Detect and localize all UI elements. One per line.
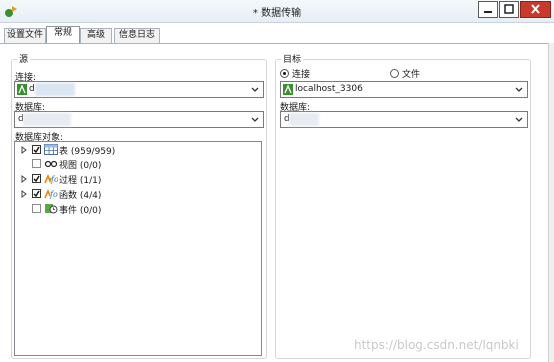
close-icon (531, 4, 540, 14)
tree-item-functions[interactable]: fo 函数 (4/4) (15, 187, 255, 201)
view-icon (44, 160, 58, 168)
target-connection-radio-label[interactable]: 连接 (292, 67, 310, 80)
source-connection-select[interactable]: d (14, 81, 264, 98)
connection-icon (283, 84, 293, 95)
target-file-radio-label[interactable]: 文件 (402, 67, 420, 80)
expand-arrow-icon[interactable] (21, 146, 27, 154)
table-icon (44, 144, 58, 155)
tree-item-procedures[interactable]: fo 过程 (1/1) (15, 172, 255, 186)
chevron-down-icon (515, 87, 523, 92)
title-bar: * 数据传输 (0, 0, 554, 23)
procedure-icon: fo (44, 173, 58, 184)
connection-icon (17, 84, 27, 95)
tab-message-log[interactable]: 信息日志 (114, 28, 160, 43)
tab-strip: 设置文件 常规 高级 信息日志 (0, 24, 554, 44)
svg-text:fo: fo (49, 190, 58, 199)
tree-item-events[interactable]: 事件 (0/0) (15, 202, 255, 216)
procedures-checkbox[interactable] (32, 174, 41, 183)
watermark-text: https://blog.csdn.net/lqnbki (354, 338, 519, 352)
source-database-select[interactable]: d (14, 111, 264, 128)
functions-checkbox[interactable] (32, 189, 41, 198)
checkmark-icon (33, 175, 40, 183)
close-button[interactable] (520, 1, 551, 18)
target-connection-value: localhost_3306 (295, 84, 363, 94)
redacted-blur (23, 113, 71, 126)
tab-advanced[interactable]: 高级 (80, 28, 112, 43)
svg-text:fo: fo (50, 175, 58, 184)
tree-item-label: 函数 (4/4) (59, 191, 102, 201)
tree-item-label: 过程 (1/1) (59, 176, 102, 186)
maximize-button[interactable] (499, 1, 519, 18)
tab-profile[interactable]: 设置文件 (4, 28, 46, 43)
source-title: 源 (17, 52, 31, 65)
source-connection-value: d (29, 84, 35, 94)
target-title: 目标 (281, 52, 304, 65)
window-title: * 数据传输 (252, 8, 302, 19)
views-checkbox[interactable] (32, 159, 41, 168)
minimize-icon (484, 11, 492, 13)
window-right-edge (548, 43, 554, 362)
maximize-icon (504, 4, 514, 14)
chevron-down-icon (251, 87, 259, 92)
database-objects-tree[interactable]: 表 (959/959) 视图 (0/0) fo 过程 (1/1) fo (14, 141, 262, 356)
chevron-down-icon (515, 117, 523, 122)
tree-item-label: 表 (959/959) (59, 147, 116, 157)
target-connection-select[interactable]: localhost_3306 (280, 81, 528, 98)
event-icon (45, 204, 58, 214)
chevron-down-icon (251, 117, 259, 122)
target-panel (275, 59, 531, 359)
tables-checkbox[interactable] (32, 145, 41, 154)
tree-item-views[interactable]: 视图 (0/0) (15, 157, 255, 171)
radio-selected-dot (283, 72, 286, 75)
redacted-blur (289, 113, 319, 126)
target-database-select[interactable]: d (280, 111, 528, 128)
tree-item-label: 视图 (0/0) (59, 161, 102, 171)
checkmark-icon (33, 146, 40, 154)
checkmark-icon (33, 190, 40, 198)
tree-item-tables[interactable]: 表 (959/959) (15, 143, 255, 157)
redacted-blur (35, 83, 75, 96)
expand-arrow-icon[interactable] (21, 190, 27, 198)
target-file-radio[interactable] (390, 69, 399, 78)
tree-item-label: 事件 (0/0) (59, 206, 102, 216)
minimize-button[interactable] (478, 1, 498, 18)
target-connection-radio[interactable] (280, 69, 289, 78)
tab-general[interactable]: 常规 (46, 26, 80, 44)
expand-arrow-icon[interactable] (21, 175, 27, 183)
function-icon: fo (44, 188, 58, 199)
events-checkbox[interactable] (32, 204, 41, 213)
